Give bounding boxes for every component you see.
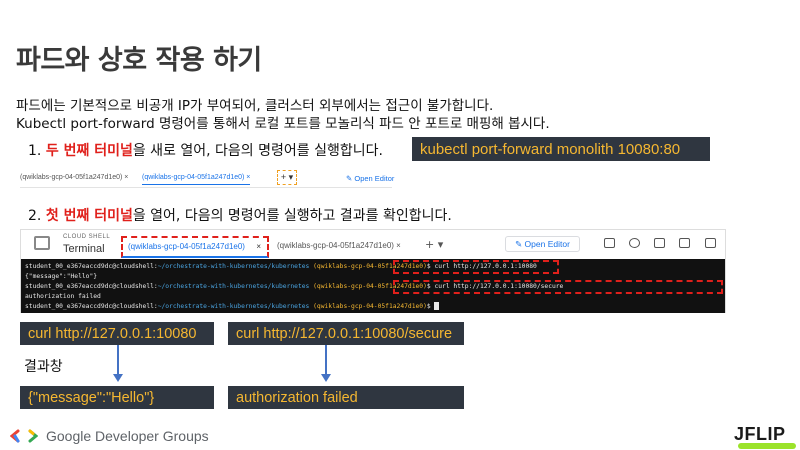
keyboard-icon[interactable] — [604, 238, 615, 248]
mini-tab-1[interactable]: (qwiklabs-gcp-04-05f1a247d1e0) × — [20, 174, 128, 181]
command-box-a: curl http://127.0.0.1:10080 — [20, 322, 214, 345]
command-box-b: curl http://127.0.0.1:10080/secure — [228, 322, 464, 345]
arrow-b-head — [321, 374, 331, 382]
jflip-logo-bar — [738, 443, 796, 449]
terminal-tab-other[interactable]: (qwiklabs-gcp-04-05f1a247d1e0) × — [277, 241, 401, 250]
description-line-2: Kubectl port-forward 명령어를 통해서 로컬 포트를 모놀리… — [16, 116, 550, 132]
description-line-1: 파드에는 기본적으로 비공개 IP가 부여되어, 클러스터 외부에서는 접근이 … — [16, 98, 494, 114]
web-preview-icon[interactable] — [654, 238, 665, 248]
open-editor-button[interactable]: ✎ Open Editor — [505, 236, 580, 252]
cloud-shell-header: CLOUD SHELL Terminal (qwiklabs-gcp-04-05… — [21, 230, 725, 259]
jflip-logo: JFLIP — [734, 424, 786, 444]
step-1-number: 1. — [28, 143, 42, 159]
arrow-a-head — [113, 374, 123, 382]
new-tab-button[interactable]: + ▾ — [425, 238, 443, 251]
minimize-icon[interactable] — [679, 238, 690, 248]
result-box-a: {"message":"Hello"} — [20, 386, 214, 409]
terminal-line-1: student_00_e367eaccd9dc@cloudshell:~/orc… — [25, 263, 537, 270]
result-label: 결과창 — [24, 359, 63, 375]
step-1-command-box: kubectl port-forward monolith 10080:80 — [412, 137, 710, 161]
gdg-branding: Google Developer Groups — [10, 428, 209, 444]
highlight-box-1 — [393, 260, 559, 274]
arrow-b-line — [325, 345, 327, 375]
step-1: 1. 두 번째 터미널을 새로 열어, 다음의 명령어를 실행합니다. — [28, 140, 383, 160]
gdg-logo-icon — [10, 429, 38, 443]
cloud-shell-label: CLOUD SHELL — [63, 234, 111, 240]
step-1-highlight: 두 번째 터미널 — [45, 143, 133, 159]
terminal-line-5: student_00_e367eaccd9dc@cloudshell:~/orc… — [25, 302, 721, 312]
terminal-cursor — [434, 302, 440, 310]
cloud-shell-window: CLOUD SHELL Terminal (qwiklabs-gcp-04-05… — [20, 229, 726, 313]
gdg-brand-text: Google Developer Groups — [46, 428, 209, 444]
maximize-icon[interactable] — [705, 238, 716, 248]
mini-new-tab-button[interactable]: + ▾ — [277, 170, 297, 185]
mini-tab-2[interactable]: (qwiklabs-gcp-04-05f1a247d1e0) × — [142, 174, 251, 185]
mini-open-editor-button[interactable]: ✎ Open Editor — [346, 174, 394, 183]
mini-tab-strip: (qwiklabs-gcp-04-05f1a247d1e0) × (qwikla… — [20, 168, 394, 188]
close-icon[interactable]: × — [256, 242, 261, 251]
cloud-shell-icon — [34, 236, 50, 250]
terminal-tab-active[interactable]: (qwiklabs-gcp-04-05f1a247d1e0) × — [121, 236, 269, 258]
terminal-label: Terminal — [63, 243, 105, 255]
highlight-box-2 — [393, 280, 723, 294]
gear-icon[interactable] — [629, 238, 640, 248]
step-1-text: 을 새로 열어, 다음의 명령어를 실행합니다. — [132, 143, 383, 159]
step-2-highlight: 첫 번째 터미널 — [45, 208, 133, 224]
arrow-a-line — [117, 345, 119, 375]
terminal-tab-active-label: (qwiklabs-gcp-04-05f1a247d1e0) — [128, 242, 245, 251]
step-2-number: 2. — [28, 208, 42, 224]
step-2: 2. 첫 번째 터미널을 열어, 다음의 명령어를 실행하고 결과를 확인합니다… — [28, 205, 452, 225]
step-2-text: 을 열어, 다음의 명령어를 실행하고 결과를 확인합니다. — [132, 208, 452, 224]
result-box-b: authorization failed — [228, 386, 464, 409]
page-title: 파드와 상호 작용 하기 — [16, 45, 262, 76]
